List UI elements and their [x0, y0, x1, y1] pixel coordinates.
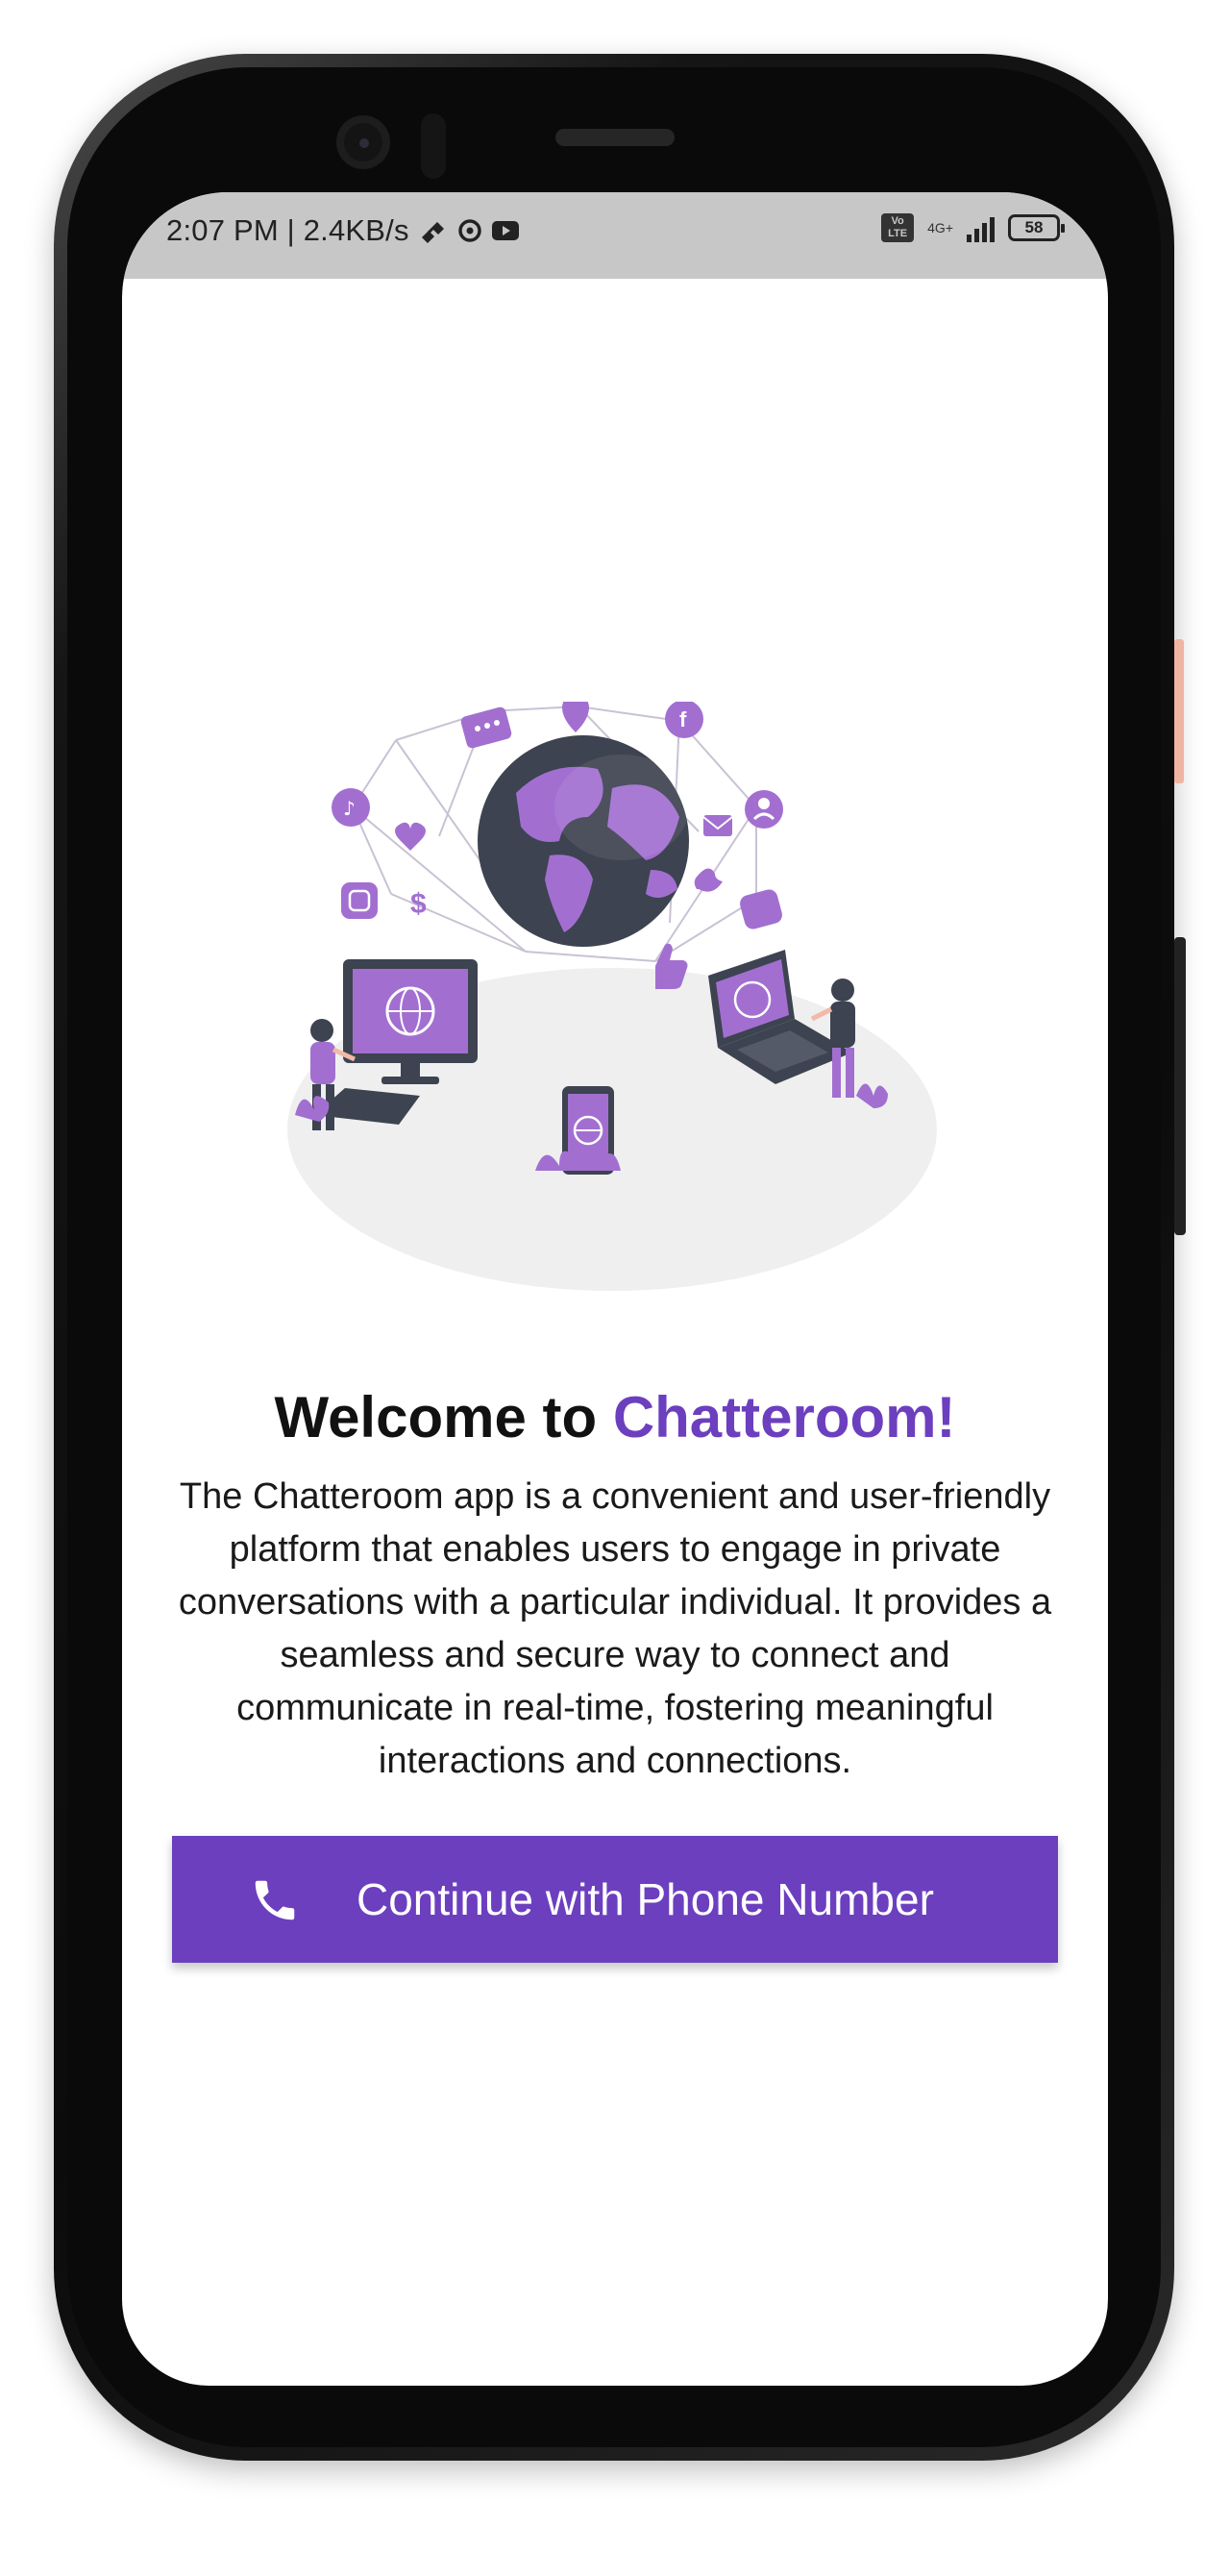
twitter-bird-icon — [694, 868, 723, 892]
status-right: Vo LTE 4G+ 58 — [881, 213, 1065, 242]
phone-icon — [255, 1880, 295, 1920]
welcome-title: Welcome to Chatteroom! — [122, 1384, 1108, 1450]
status-bar: 2:07 PM | 2.4KB/s Vo LTE 4G+ 58 — [122, 192, 1108, 279]
app-screen: 2:07 PM | 2.4KB/s Vo LTE 4G+ 58 f ♪ $ We… — [122, 192, 1108, 2386]
svg-text:f: f — [679, 707, 687, 731]
battery-icon: 58 — [1008, 214, 1065, 241]
app-description: The Chatteroom app is a convenient and u… — [178, 1476, 1052, 1781]
image-icon — [740, 889, 782, 929]
camera-lens — [359, 138, 369, 148]
signal-icon — [967, 213, 995, 242]
volte-icon: Vo LTE — [881, 213, 915, 242]
instagram-icon — [341, 882, 378, 919]
connectivity-illustration: f ♪ $ — [287, 702, 937, 1291]
mail-icon — [703, 815, 732, 836]
status-time-speed: 2:07 PM | 2.4KB/s — [166, 213, 409, 247]
continue-button-label: Continue with Phone Number — [357, 1874, 934, 1924]
network-type-label: 4G+ — [927, 220, 953, 235]
continue-with-phone-button[interactable]: Continue with Phone Number — [172, 1836, 1058, 1963]
svg-text:♪: ♪ — [343, 797, 356, 820]
sync-icon — [457, 219, 481, 242]
satellite-icon — [421, 221, 444, 243]
power-button — [1174, 937, 1186, 1235]
dollar-icon: $ — [410, 888, 427, 920]
welcome-prefix: Welcome to — [274, 1385, 613, 1449]
status-left: 2:07 PM | 2.4KB/s — [166, 213, 519, 248]
proximity-sensor — [421, 113, 446, 179]
location-pin-icon — [562, 702, 589, 732]
volume-button — [1174, 639, 1184, 783]
youtube-icon — [491, 221, 519, 240]
app-brand-name: Chatteroom! — [612, 1385, 956, 1449]
earpiece-speaker — [555, 129, 675, 146]
